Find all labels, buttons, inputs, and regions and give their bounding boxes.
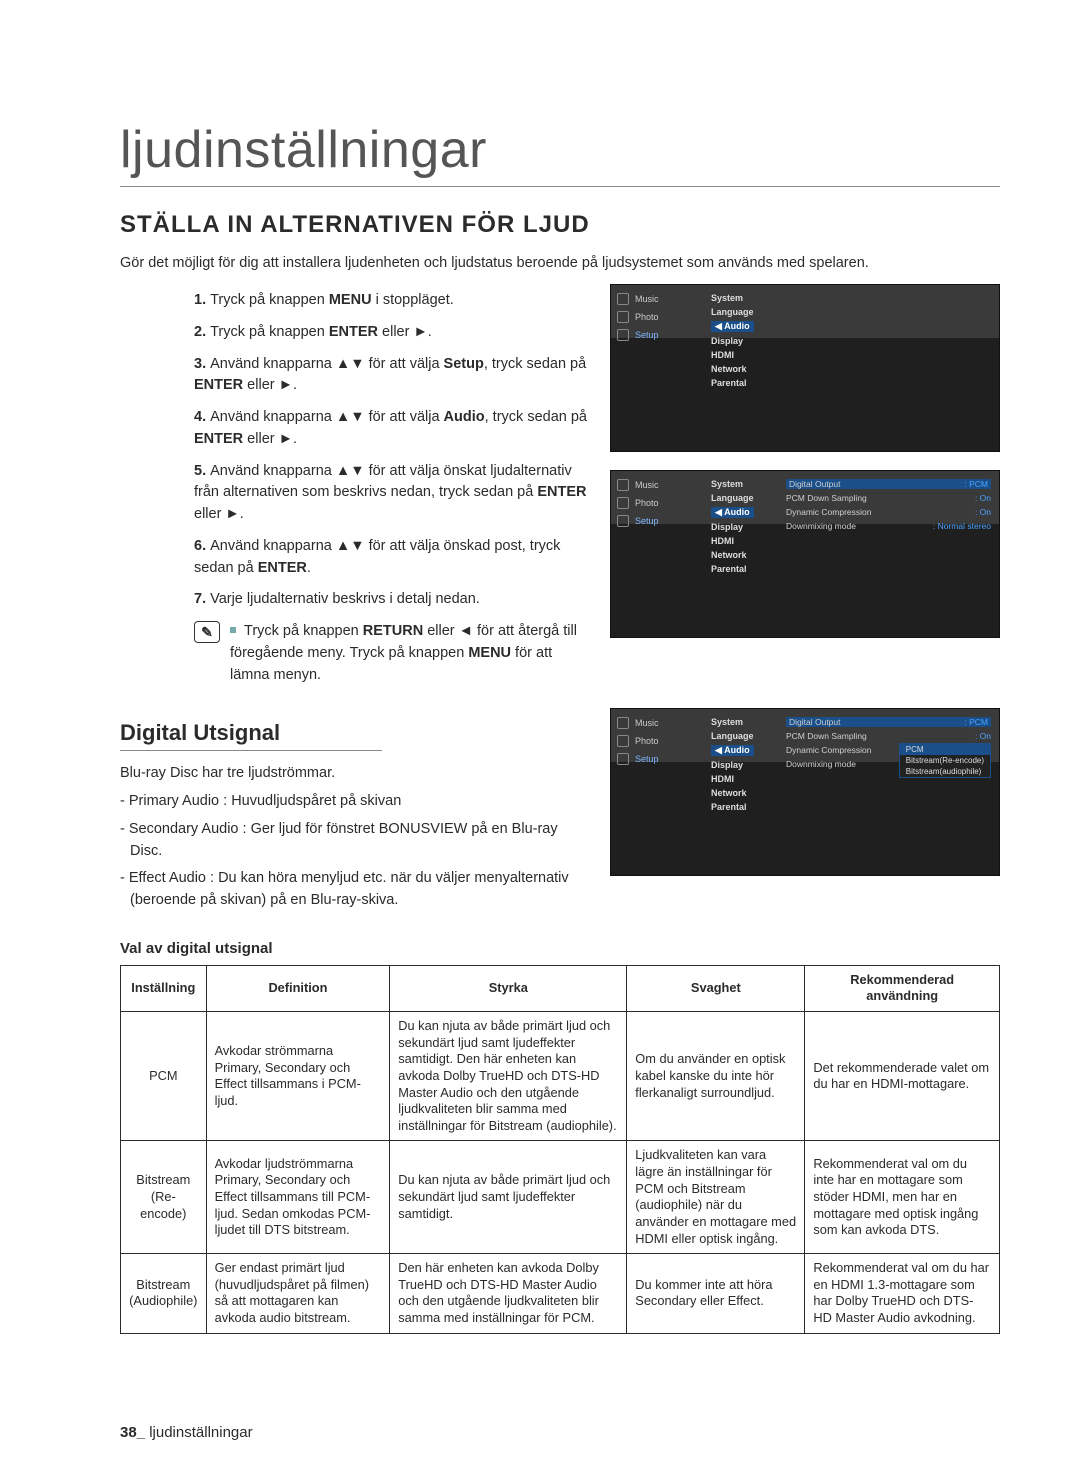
note-text: Tryck på knappen RETURN eller ◄ för att … xyxy=(230,621,588,686)
selection-table: InställningDefinitionStyrkaSvaghetRekomm… xyxy=(120,965,1000,1334)
table-header: Inställning xyxy=(121,965,207,1011)
osd-screenshot-2: MusicPhotoSetup SystemLanguage◀ AudioDis… xyxy=(610,470,1000,638)
chapter-title: ljudinställningar xyxy=(120,120,1000,187)
bluray-intro: Blu-ray Disc har tre ljudströmmar. xyxy=(120,763,588,785)
note-icon: ✎ xyxy=(194,621,220,643)
table-title: Val av digital utsignal xyxy=(120,940,1000,957)
intro-text: Gör det möjligt för dig att installera l… xyxy=(120,253,1000,274)
osd-screenshot-1: MusicPhotoSetup SystemLanguage◀ AudioDis… xyxy=(610,284,1000,452)
table-header: Svaghet xyxy=(627,965,805,1011)
table-header: Rekommenderad användning xyxy=(805,965,1000,1011)
table-header: Definition xyxy=(206,965,390,1011)
table-row: Bitstream(Audiophile)Ger endast primärt … xyxy=(121,1254,1000,1334)
sub-heading: Digital Utsignal xyxy=(120,720,382,751)
bluray-list: - Primary Audio : Huvudljudspåret på ski… xyxy=(120,791,588,912)
footer-label: ljudinställningar xyxy=(149,1424,252,1441)
list-item: - Primary Audio : Huvudljudspåret på ski… xyxy=(120,791,588,813)
osd-screenshot-3: MusicPhotoSetup SystemLanguage◀ AudioDis… xyxy=(610,708,1000,876)
list-item: - Effect Audio : Du kan höra menyljud et… xyxy=(120,868,588,912)
table-header: Styrka xyxy=(390,965,627,1011)
step-item: 1.Tryck på knappen MENU i stoppläget. xyxy=(194,290,588,312)
table-row: PCMAvkodar strömmarna Primary, Secondary… xyxy=(121,1012,1000,1141)
step-item: 2.Tryck på knappen ENTER eller ►. xyxy=(194,322,588,344)
step-item: 7.Varje ljudalternativ beskrivs i detalj… xyxy=(194,589,588,611)
list-item: - Secondary Audio : Ger ljud för fönstre… xyxy=(120,819,588,863)
page-footer: 38_ ljudinställningar xyxy=(120,1424,253,1441)
step-item: 3.Använd knapparna ▲▼ för att välja Setu… xyxy=(194,354,588,398)
steps-list: 1.Tryck på knappen MENU i stoppläget. 2.T… xyxy=(120,290,588,611)
step-item: 6.Använd knapparna ▲▼ för att välja önsk… xyxy=(194,536,588,580)
table-row: Bitstream(Re-encode)Avkodar ljudströmmar… xyxy=(121,1141,1000,1254)
page-number: 38_ xyxy=(120,1424,145,1441)
step-item: 4.Använd knapparna ▲▼ för att välja Audi… xyxy=(194,407,588,451)
step-item: 5.Använd knapparna ▲▼ för att välja önsk… xyxy=(194,461,588,526)
section-title: STÄLLA IN ALTERNATIVEN FÖR LJUD xyxy=(120,211,1000,239)
